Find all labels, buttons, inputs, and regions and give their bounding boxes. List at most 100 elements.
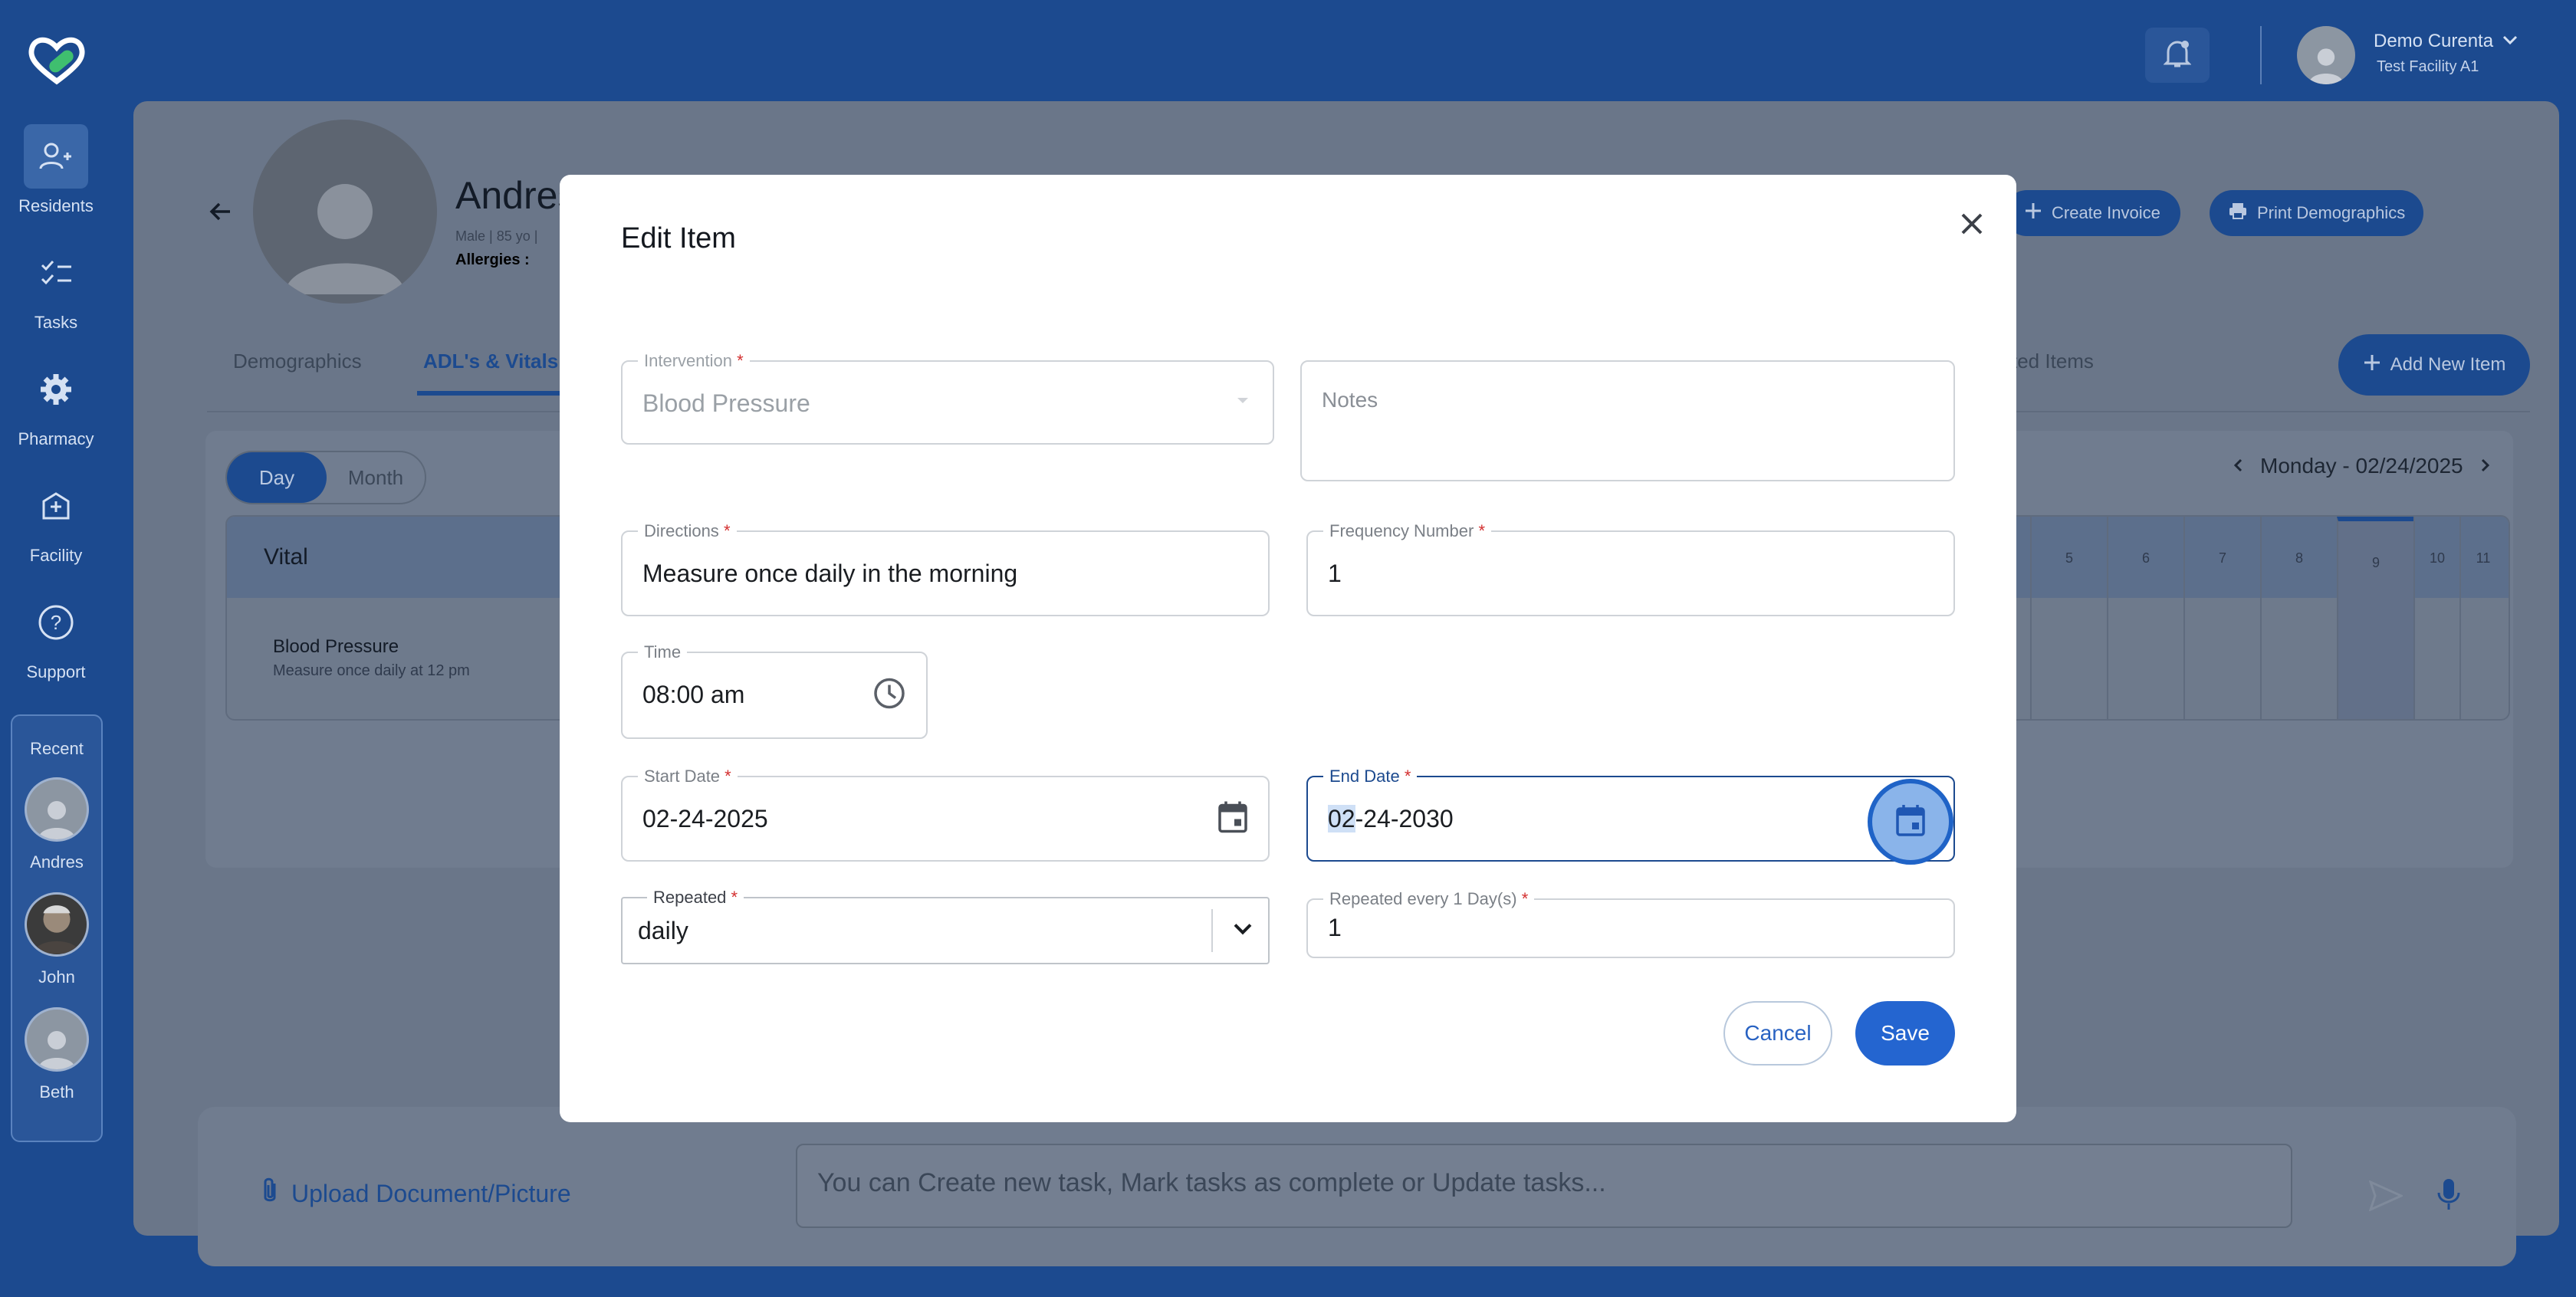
back-arrow-icon[interactable] [207, 198, 235, 229]
time-value: 08:00 am [642, 681, 745, 708]
assistant-input-placeholder: You can Create new task, Mark tasks as c… [817, 1168, 1606, 1197]
sidebar-item-label: Tasks [34, 313, 78, 332]
sidebar-item-pharmacy[interactable]: Pharmacy [0, 357, 112, 449]
hour-label: 8 [2295, 550, 2303, 566]
start-date-field[interactable]: Start Date * 02-24-2025 [621, 767, 1270, 862]
current-date: Monday - 02/24/2025 [2260, 454, 2463, 478]
notes-field[interactable]: Notes [1300, 360, 1955, 481]
gear-icon [24, 357, 88, 422]
notes-placeholder: Notes [1322, 388, 1378, 412]
sidebar-item-support[interactable]: ? Support [0, 590, 112, 682]
microphone-icon[interactable] [2436, 1177, 2461, 1215]
tab-demographics[interactable]: Demographics [233, 350, 362, 373]
sidebar-item-residents[interactable]: Residents [0, 124, 112, 216]
notifications-button[interactable] [2145, 28, 2210, 83]
recent-resident-andres[interactable]: Andres [12, 777, 101, 872]
save-button[interactable]: Save [1855, 1001, 1955, 1066]
time-field[interactable]: Time 08:00 am [621, 642, 928, 739]
sidebar-item-label: Support [26, 662, 86, 681]
frequency-number-field[interactable]: Frequency Number * 1 [1306, 521, 1955, 616]
close-button[interactable] [1949, 202, 1995, 248]
header-divider [2260, 26, 2262, 84]
vital-column-header: Vital [264, 544, 308, 570]
assistant-input[interactable]: You can Create new task, Mark tasks as c… [796, 1144, 2292, 1228]
end-date-label: End Date * [1323, 767, 1418, 786]
send-icon[interactable] [2368, 1180, 2404, 1215]
repeated-every-field[interactable]: Repeated every 1 Day(s) * 1 [1306, 889, 1955, 958]
select-divider [1211, 909, 1213, 952]
chevron-left-icon[interactable] [2231, 454, 2246, 478]
plus-icon [2363, 353, 2381, 377]
clock-icon[interactable] [872, 677, 906, 714]
sidebar-item-label: Facility [29, 546, 83, 565]
hour-column[interactable]: 11 [2459, 517, 2505, 719]
calendar-icon [1895, 803, 1926, 841]
hour-column[interactable]: 6 [2107, 517, 2183, 719]
hour-column[interactable]: 10 [2413, 517, 2459, 719]
intervention-select: Intervention * Blood Pressure [621, 351, 1274, 445]
hour-column[interactable]: 8 [2260, 517, 2337, 719]
print-demographics-button[interactable]: Print Demographics [2210, 190, 2424, 236]
sidebar-item-label: Pharmacy [18, 429, 94, 448]
bell-icon [2163, 38, 2192, 73]
frequency-number-value: 1 [1328, 560, 1342, 587]
sidebar: Residents Tasks Pharmacy Facility ? Supp… [0, 0, 112, 1297]
sidebar-item-tasks[interactable]: Tasks [0, 241, 112, 333]
recent-resident-name: Beth [39, 1082, 74, 1102]
recent-resident-john[interactable]: John [12, 892, 101, 987]
calendar-icon[interactable] [1217, 800, 1248, 838]
resident-avatar [253, 120, 437, 304]
recent-resident-beth[interactable]: Beth [12, 1007, 101, 1102]
caret-down-icon [1236, 396, 1250, 409]
resident-meta: Male | 85 yo | [455, 228, 538, 244]
tab-adls-vitals[interactable]: ADL's & Vitals [423, 350, 558, 373]
recent-residents: Recent Andres John Beth [11, 714, 103, 1142]
toggle-month-button[interactable]: Month [330, 452, 422, 503]
hour-column[interactable]: 7 [2183, 517, 2260, 719]
hour-label: 7 [2218, 550, 2226, 566]
recent-resident-name: Andres [30, 852, 84, 872]
user-facility: Test Facility A1 [2377, 58, 2479, 75]
tasks-icon [24, 241, 88, 305]
avatar [25, 777, 89, 842]
frequency-number-label: Frequency Number * [1323, 521, 1491, 541]
user-name[interactable]: Demo Curenta [2374, 31, 2493, 52]
repeated-label: Repeated * [647, 888, 744, 908]
recent-resident-name: John [38, 967, 75, 987]
hour-column[interactable]: 5 [2030, 517, 2107, 719]
help-icon: ? [24, 590, 88, 655]
create-invoice-label: Create Invoice [2052, 203, 2160, 222]
create-invoice-button[interactable]: Create Invoice [2004, 190, 2180, 236]
directions-field[interactable]: Directions * Measure once daily in the m… [621, 521, 1270, 616]
resident-allergies: Allergies : [455, 251, 530, 268]
vital-row-title[interactable]: Blood Pressure [273, 636, 399, 658]
start-date-label: Start Date * [638, 767, 738, 786]
upload-document-button[interactable]: Upload Document/Picture [261, 1176, 571, 1211]
hour-label: 11 [2476, 550, 2491, 566]
app-logo[interactable] [26, 34, 87, 87]
end-date-picker-button[interactable] [1868, 779, 1953, 865]
chevron-down-icon[interactable] [2501, 31, 2519, 53]
repeated-value: daily [638, 917, 688, 944]
repeated-select[interactable]: Repeated * daily [621, 888, 1270, 964]
add-new-item-button[interactable]: Add New Item [2338, 334, 2530, 396]
close-icon [1960, 212, 1984, 240]
toggle-day-button[interactable]: Day [227, 452, 327, 503]
hour-label: 9 [2371, 555, 2380, 570]
cancel-button[interactable]: Cancel [1723, 1001, 1832, 1066]
end-date-selected-segment[interactable]: 02 [1328, 805, 1355, 832]
active-tab-indicator [417, 391, 570, 396]
tab-completed-items[interactable]: ted Items [2012, 350, 2094, 373]
chevron-down-icon[interactable] [1233, 923, 1253, 939]
time-label: Time [638, 642, 688, 662]
intervention-label: Intervention * [638, 351, 750, 371]
sidebar-item-facility[interactable]: Facility [0, 474, 112, 566]
hour-column-current[interactable]: 9 [2337, 517, 2413, 719]
chevron-right-icon[interactable] [2477, 454, 2492, 478]
start-date-value: 02-24-2025 [642, 805, 768, 832]
user-avatar[interactable] [2297, 26, 2355, 84]
directions-label: Directions * [638, 521, 737, 541]
end-date-field[interactable]: End Date * 02-24-2030 [1306, 767, 1955, 862]
hour-label: 5 [2065, 550, 2073, 566]
svg-text:?: ? [51, 611, 61, 634]
